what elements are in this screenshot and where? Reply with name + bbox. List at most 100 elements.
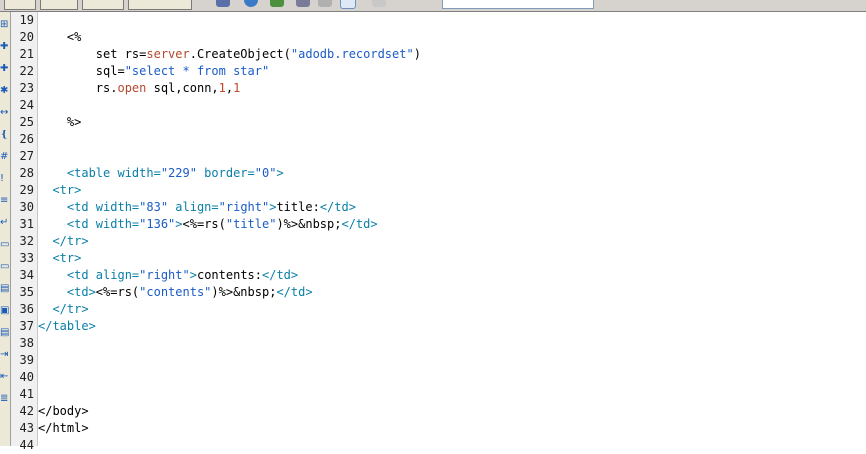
line-number: 32 <box>19 234 34 248</box>
code-token: open <box>117 81 147 95</box>
line-number: 42 <box>19 404 34 418</box>
recent-snippets-icon[interactable]: ▣ <box>0 306 9 316</box>
code-text: </table> <box>38 318 96 335</box>
code-token: )%>&nbsp; <box>276 217 342 231</box>
code-token: set rs= <box>38 47 147 61</box>
code-token: </html> <box>38 421 89 435</box>
code-token: <tr> <box>38 183 82 197</box>
refresh-icon[interactable] <box>270 0 284 7</box>
code-token: </td> <box>276 285 313 299</box>
code-text: </html> <box>38 420 89 437</box>
code-token: <td width= <box>38 200 140 214</box>
code-token: 1 <box>233 81 241 95</box>
highlight-invalid-icon[interactable]: ! <box>0 174 9 184</box>
line-number: 38 <box>19 336 34 350</box>
code-view[interactable]: 19 20 <% 21 set rs=server.CreateObject("ad… <box>20 12 866 452</box>
code-token: contents: <box>196 268 262 282</box>
balance-braces-icon[interactable]: ❴ <box>0 130 9 140</box>
toolbar-tab[interactable] <box>128 0 192 10</box>
preview-browser-icon[interactable] <box>244 0 258 7</box>
format-source-icon[interactable]: ≣ <box>0 394 9 404</box>
code-token: "229" <box>160 166 197 180</box>
line-numbers-icon[interactable]: # <box>0 152 9 162</box>
file-management-icon[interactable] <box>216 0 230 7</box>
top-toolbar <box>0 0 866 12</box>
code-text: rs.open sql,conn,1,1 <box>38 80 241 97</box>
code-token: </td> <box>262 268 299 282</box>
open-documents-icon[interactable]: ⊞ <box>0 20 9 30</box>
wrap-tag-icon[interactable]: ▤ <box>0 284 9 294</box>
line-number: 29 <box>19 183 34 197</box>
remove-comment-icon[interactable]: ▭ <box>0 262 9 272</box>
code-token: > <box>276 166 284 180</box>
code-token: align= <box>168 200 219 214</box>
code-token: > <box>189 268 197 282</box>
code-token: <%=rs( <box>182 217 226 231</box>
code-token: </td> <box>341 217 378 231</box>
move-css-icon[interactable]: ▤ <box>0 328 9 338</box>
collapse-selection-icon[interactable]: ✚ <box>0 64 9 74</box>
code-token: <td align= <box>38 268 140 282</box>
line-number: 25 <box>19 115 34 129</box>
expand-all-icon[interactable]: ✱ <box>0 86 9 96</box>
line-number: 20 <box>19 30 34 44</box>
line-number: 35 <box>19 285 34 299</box>
word-wrap-icon[interactable]: ↵ <box>0 218 9 228</box>
code-token: > <box>175 217 183 231</box>
code-token: title: <box>276 200 320 214</box>
code-token: rs. <box>38 81 118 95</box>
code-token: server <box>146 47 190 61</box>
line-number: 30 <box>19 200 34 214</box>
collapse-tag-icon[interactable]: ✚ <box>0 42 9 52</box>
line-number: 21 <box>19 47 34 61</box>
line-number: 27 <box>19 149 34 163</box>
code-text: <tr> <box>38 250 81 267</box>
code-token: "adodb.recordset" <box>290 47 414 61</box>
code-token: "select * from star" <box>124 64 270 78</box>
code-token: <%=rs( <box>95 285 140 299</box>
code-text: <td><%=rs("contents")%>&nbsp;</td> <box>38 284 313 301</box>
line-number: 28 <box>19 166 34 180</box>
apply-comment-icon[interactable]: ▭ <box>0 240 9 250</box>
line-number: 31 <box>19 217 34 231</box>
code-token: "contents" <box>139 285 212 299</box>
code-token: <tr> <box>38 251 82 265</box>
code-text: <% <box>38 29 81 46</box>
toolbar-tab[interactable] <box>82 0 124 10</box>
code-text: </tr> <box>38 301 88 318</box>
code-token: .CreateObject( <box>189 47 291 61</box>
code-token: sql,conn, <box>146 81 219 95</box>
line-number: 37 <box>19 319 34 333</box>
check-browser-icon[interactable] <box>372 0 386 7</box>
code-token: ) <box>413 47 421 61</box>
code-text: <table width="229" border="0"> <box>38 165 284 182</box>
syntax-coloring-icon[interactable]: ≡ <box>0 196 9 206</box>
code-token: )%>&nbsp; <box>211 285 277 299</box>
code-token: <% <box>38 30 82 44</box>
visual-aids-icon[interactable] <box>318 0 332 7</box>
validate-markup-icon[interactable] <box>340 0 356 9</box>
indent-icon[interactable]: ⇥ <box>0 350 9 360</box>
line-number: 19 <box>19 13 34 27</box>
code-token: 1 <box>218 81 226 95</box>
code-token: </td> <box>319 200 356 214</box>
view-options-icon[interactable] <box>296 0 310 7</box>
code-token: "right" <box>139 268 190 282</box>
line-number: 23 <box>19 81 34 95</box>
code-text: set rs=server.CreateObject("adodb.record… <box>38 46 421 63</box>
line-number: 22 <box>19 64 34 78</box>
code-token: %> <box>38 115 82 129</box>
code-token: </body> <box>38 404 89 418</box>
line-number: 26 <box>19 132 34 146</box>
code-token: "0" <box>254 166 277 180</box>
select-parent-tag-icon[interactable]: ↔ <box>0 108 9 118</box>
code-token: <table width= <box>38 166 161 180</box>
code-text: <tr> <box>38 182 81 199</box>
outdent-icon[interactable]: ⇤ <box>0 372 9 382</box>
line-number: 33 <box>19 251 34 265</box>
document-title-field[interactable] <box>442 0 594 9</box>
toolbar-tab[interactable] <box>4 0 36 10</box>
line-number: 41 <box>19 387 34 401</box>
toolbar-tab[interactable] <box>40 0 78 10</box>
code-text: </body> <box>38 403 89 420</box>
